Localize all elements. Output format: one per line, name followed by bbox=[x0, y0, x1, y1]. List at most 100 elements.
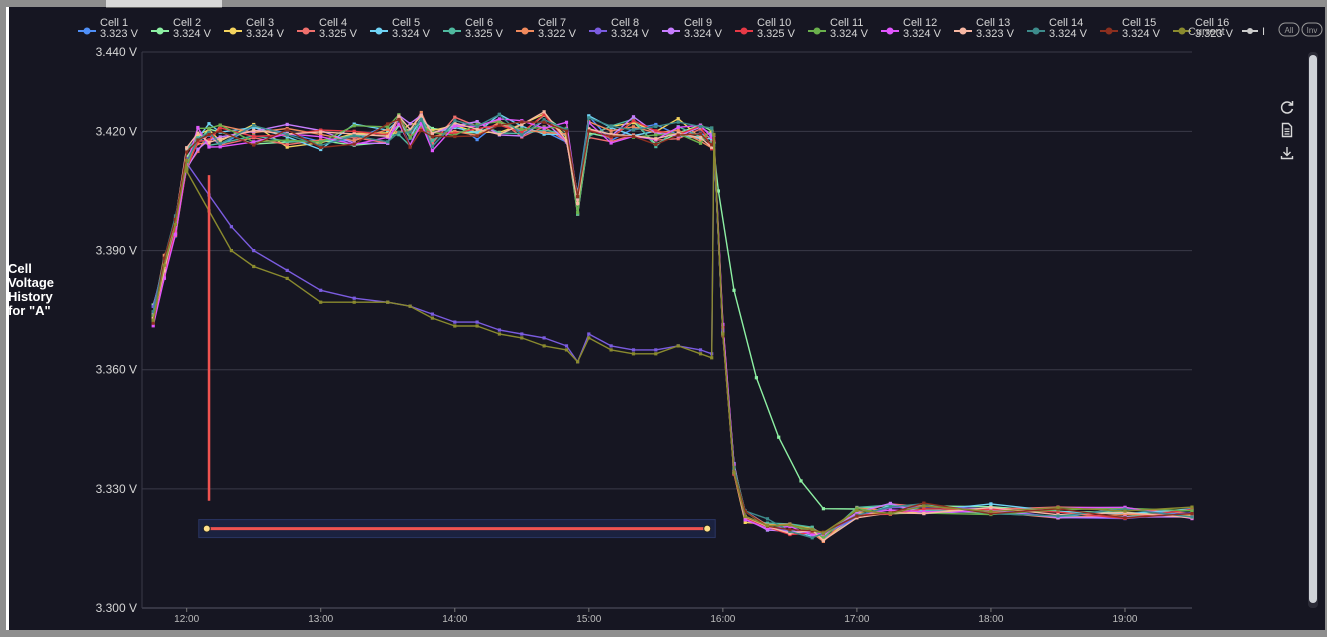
data-point bbox=[716, 189, 720, 193]
data-point bbox=[609, 124, 613, 128]
series-line-cell-10 bbox=[152, 114, 1193, 536]
data-point bbox=[654, 124, 658, 129]
data-point bbox=[207, 133, 211, 137]
data-point bbox=[185, 150, 189, 154]
data-point bbox=[252, 249, 256, 253]
data-point bbox=[151, 321, 155, 325]
data-point bbox=[397, 130, 401, 134]
data-point bbox=[989, 502, 993, 506]
scrollbar-thumb[interactable] bbox=[1309, 55, 1317, 603]
data-point bbox=[1123, 509, 1127, 513]
data-point bbox=[319, 288, 323, 292]
legend-value-cell-8: 3.324 V bbox=[611, 28, 650, 40]
data-point bbox=[654, 137, 658, 141]
data-point bbox=[408, 122, 412, 126]
download-icon[interactable] bbox=[1279, 145, 1295, 161]
legend-value-cell-15: 3.324 V bbox=[1122, 28, 1161, 40]
legend-value-cell-10: 3.325 V bbox=[757, 28, 796, 40]
series-line-cell-5 bbox=[152, 113, 1193, 537]
series-line-cell-15 bbox=[152, 118, 1193, 533]
data-point bbox=[497, 117, 501, 121]
data-point bbox=[319, 145, 323, 150]
data-point bbox=[609, 129, 613, 133]
data-point bbox=[252, 264, 256, 269]
data-point bbox=[196, 131, 200, 135]
legend-marker-cell-3 bbox=[229, 27, 237, 35]
data-point bbox=[1190, 509, 1194, 513]
data-point bbox=[631, 348, 636, 352]
data-point bbox=[229, 249, 233, 253]
data-point bbox=[631, 115, 636, 119]
marker-handle-right bbox=[703, 524, 712, 533]
y-tick-label: 3.360 V bbox=[96, 363, 137, 377]
data-point bbox=[631, 352, 636, 356]
data-point bbox=[430, 138, 434, 142]
data-point bbox=[542, 336, 546, 340]
data-point bbox=[285, 128, 289, 132]
data-point bbox=[497, 113, 501, 117]
data-point bbox=[218, 142, 222, 146]
x-tick-label: 16:00 bbox=[710, 614, 735, 625]
legend-label-current: Current bbox=[1188, 26, 1225, 38]
toggle-all-label[interactable]: All bbox=[1285, 26, 1294, 35]
data-point bbox=[397, 117, 401, 122]
data-point bbox=[698, 124, 703, 129]
data-point bbox=[1056, 506, 1060, 510]
legend-marker-cell-2 bbox=[156, 27, 164, 35]
data-point bbox=[609, 344, 613, 348]
series-line-cell-9 bbox=[152, 114, 1192, 537]
data-point bbox=[475, 324, 479, 328]
data-point bbox=[497, 123, 501, 127]
data-point bbox=[788, 523, 792, 527]
data-point bbox=[229, 225, 233, 229]
x-tick-label: 15:00 bbox=[576, 614, 601, 625]
data-point bbox=[497, 132, 501, 136]
data-point bbox=[576, 195, 580, 199]
document-icon[interactable] bbox=[1279, 122, 1295, 138]
data-point bbox=[408, 135, 412, 139]
data-point bbox=[207, 140, 211, 144]
data-point bbox=[173, 232, 178, 236]
data-point bbox=[285, 122, 289, 126]
x-tick-label: 19:00 bbox=[1112, 614, 1137, 625]
toggle-inv-label[interactable]: Inv bbox=[1307, 26, 1318, 35]
data-point bbox=[1056, 514, 1060, 518]
data-point bbox=[765, 524, 770, 528]
y-tick-label: 3.300 V bbox=[96, 601, 137, 615]
window-frame: Cell Voltage History for "A" 3.440 V 3.42… bbox=[0, 0, 1327, 637]
y-tick-label: 3.440 V bbox=[96, 45, 137, 59]
x-tick-label: 18:00 bbox=[978, 614, 1003, 625]
legend-value-cell-6: 3.325 V bbox=[465, 28, 504, 40]
data-point bbox=[732, 471, 736, 475]
data-point bbox=[888, 501, 892, 505]
legend-value-cell-14: 3.324 V bbox=[1049, 28, 1088, 40]
data-point bbox=[196, 138, 200, 142]
data-point bbox=[698, 352, 703, 356]
data-point bbox=[252, 124, 256, 128]
data-point bbox=[386, 134, 390, 138]
data-point bbox=[654, 133, 658, 137]
data-point bbox=[821, 538, 825, 542]
data-point bbox=[453, 124, 457, 128]
data-point bbox=[609, 348, 613, 352]
legend-value-cell-13: 3.323 V bbox=[976, 28, 1015, 40]
data-point bbox=[1190, 515, 1194, 519]
refresh-icon[interactable] bbox=[1279, 99, 1295, 115]
legend-marker-cell-1 bbox=[83, 27, 91, 35]
data-point bbox=[676, 120, 680, 124]
data-point bbox=[855, 508, 859, 512]
series-line-cell-11 bbox=[152, 114, 1193, 539]
data-point bbox=[676, 117, 680, 121]
data-point bbox=[475, 320, 479, 324]
y-tick-label: 3.330 V bbox=[96, 482, 137, 496]
data-point bbox=[888, 511, 892, 516]
data-point bbox=[207, 122, 211, 126]
legend-marker-cell-4 bbox=[302, 27, 310, 35]
data-point bbox=[252, 134, 256, 138]
data-point bbox=[654, 142, 658, 147]
legend-marker-cell-6 bbox=[448, 27, 456, 35]
data-point bbox=[430, 316, 434, 320]
series-line-cell-12 bbox=[152, 118, 1193, 536]
data-point bbox=[352, 296, 356, 300]
legend-value-cell-7: 3.322 V bbox=[538, 28, 577, 40]
